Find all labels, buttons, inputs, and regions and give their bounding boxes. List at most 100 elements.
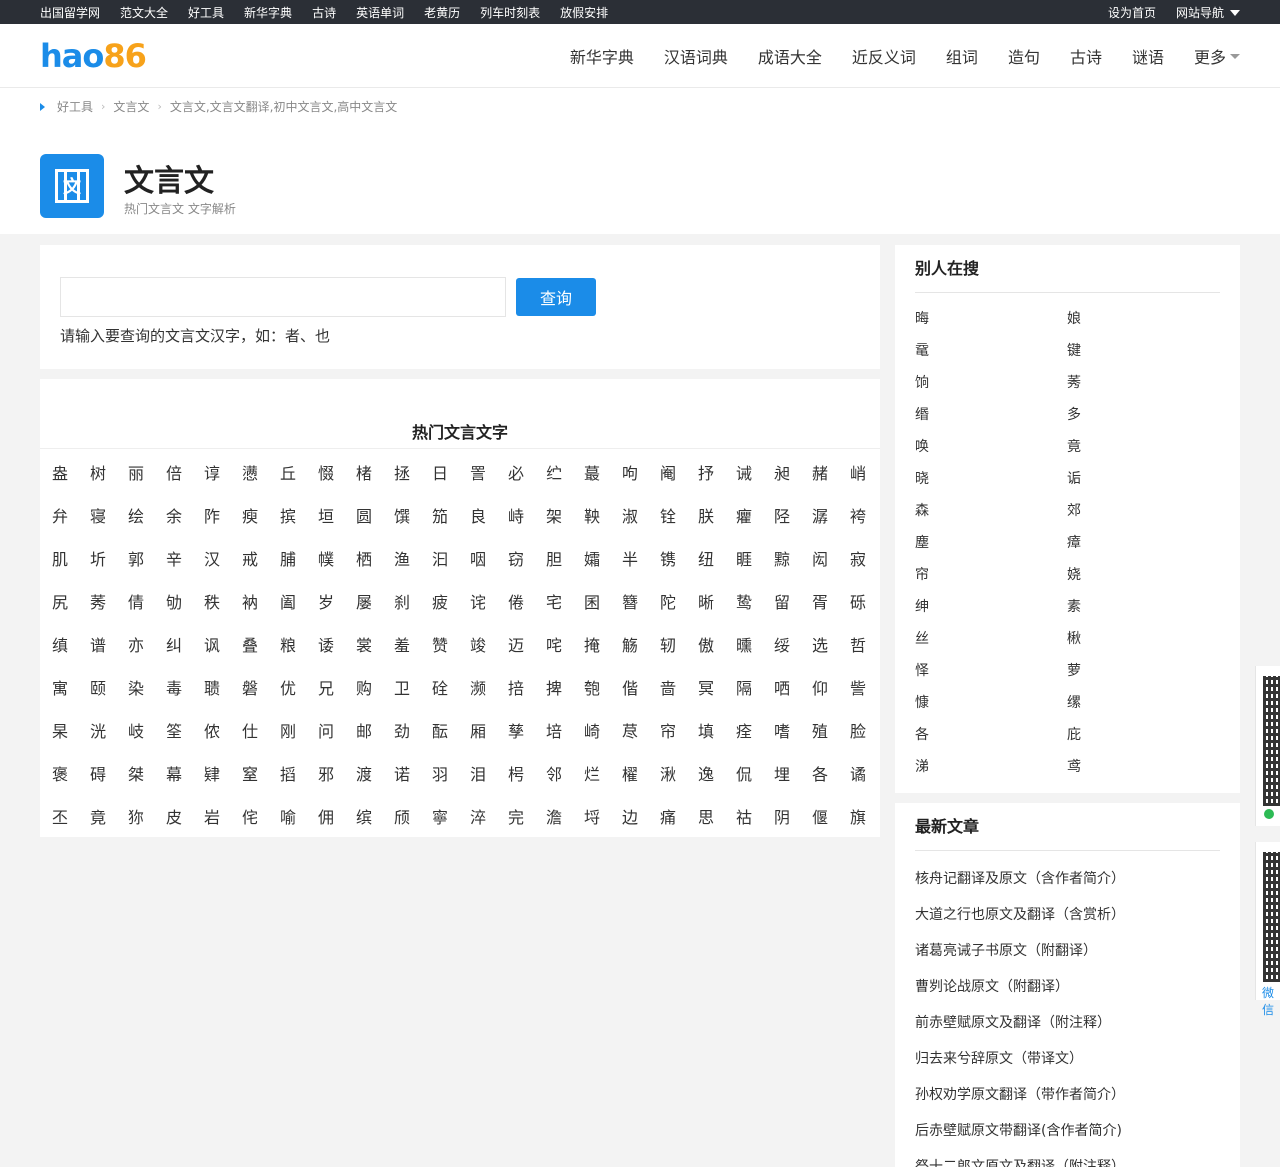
- top-link[interactable]: 英语单词: [356, 4, 404, 21]
- hot-char-link[interactable]: 潺: [801, 493, 839, 536]
- hot-char-link[interactable]: 寝: [79, 493, 117, 536]
- hot-char-link[interactable]: 磐: [231, 665, 269, 708]
- others-search-item[interactable]: 帘: [915, 558, 1067, 590]
- hot-char-link[interactable]: 秩: [193, 579, 231, 622]
- hot-char-link[interactable]: 寓: [41, 665, 79, 708]
- hot-char-link[interactable]: 睚: [725, 536, 763, 579]
- nav-item[interactable]: 组词: [946, 44, 978, 68]
- hot-char-link[interactable]: 哲: [839, 622, 877, 665]
- hot-char-link[interactable]: 岩: [193, 794, 231, 837]
- hot-char-link[interactable]: 辛: [155, 536, 193, 579]
- hot-char-link[interactable]: 帘: [649, 708, 687, 751]
- hot-char-link[interactable]: 各: [801, 751, 839, 794]
- hot-char-link[interactable]: 笳: [421, 493, 459, 536]
- others-search-item[interactable]: 缧: [1067, 686, 1219, 718]
- article-link[interactable]: 祭十二郎文原文及翻译（附注释）: [915, 1149, 1220, 1167]
- hot-char-link[interactable]: 汩: [421, 536, 459, 579]
- article-link[interactable]: 孙权劝学原文翻译（带作者简介）: [915, 1077, 1220, 1113]
- hot-char-link[interactable]: 蕞: [573, 450, 611, 493]
- article-link[interactable]: 后赤壁赋原文带翻译(含作者简介): [915, 1113, 1220, 1149]
- hot-char-link[interactable]: 诿: [307, 622, 345, 665]
- site-nav-dropdown[interactable]: 网站导航: [1176, 4, 1240, 21]
- hot-char-link[interactable]: 皮: [155, 794, 193, 837]
- hot-char-link[interactable]: 窒: [231, 751, 269, 794]
- hot-char-link[interactable]: 圻: [79, 536, 117, 579]
- hot-char-link[interactable]: 丘: [269, 450, 307, 493]
- hot-char-link[interactable]: 幞: [307, 536, 345, 579]
- article-link[interactable]: 前赤壁赋原文及翻译（附注释）: [915, 1005, 1220, 1041]
- hot-char-link[interactable]: 峭: [839, 450, 877, 493]
- others-search-item[interactable]: 塵: [915, 526, 1067, 558]
- hot-char-link[interactable]: 邻: [535, 751, 573, 794]
- hot-char-link[interactable]: 羽: [421, 751, 459, 794]
- top-link[interactable]: 出国留学网: [40, 4, 100, 21]
- hot-char-link[interactable]: 刚: [269, 708, 307, 751]
- floating-qr-panel[interactable]: 微信: [1255, 842, 1280, 1017]
- hot-char-link[interactable]: 选: [801, 622, 839, 665]
- hot-char-link[interactable]: 桀: [117, 751, 155, 794]
- hot-char-link[interactable]: 祜: [725, 794, 763, 837]
- hot-char-link[interactable]: 狝: [117, 794, 155, 837]
- others-search-item[interactable]: 唤: [915, 430, 1067, 462]
- article-link[interactable]: 归去来兮辞原文（带译文）: [915, 1041, 1220, 1077]
- hot-char-link[interactable]: 邮: [345, 708, 383, 751]
- hot-char-link[interactable]: 懑: [231, 450, 269, 493]
- others-search-item[interactable]: 萝: [1067, 654, 1219, 686]
- hot-char-link[interactable]: 偃: [801, 794, 839, 837]
- hot-char-link[interactable]: 咤: [535, 622, 573, 665]
- others-search-item[interactable]: 键: [1067, 334, 1219, 366]
- hot-char-link[interactable]: 嗜: [763, 708, 801, 751]
- hot-char-link[interactable]: 峙: [497, 493, 535, 536]
- hot-char-link[interactable]: 铨: [649, 493, 687, 536]
- hot-char-link[interactable]: 馔: [383, 493, 421, 536]
- hot-char-link[interactable]: 佣: [307, 794, 345, 837]
- hot-char-link[interactable]: 逸: [687, 751, 725, 794]
- hot-char-link[interactable]: 喻: [269, 794, 307, 837]
- hot-char-link[interactable]: 枵: [497, 751, 535, 794]
- hot-char-link[interactable]: 盎: [41, 450, 79, 493]
- query-button[interactable]: 查询: [516, 278, 596, 316]
- hot-char-link[interactable]: 戒: [231, 536, 269, 579]
- hot-char-link[interactable]: 淑: [611, 493, 649, 536]
- nav-more-dropdown[interactable]: 更多: [1194, 44, 1240, 68]
- hot-char-link[interactable]: 肄: [193, 751, 231, 794]
- hot-char-link[interactable]: 汉: [193, 536, 231, 579]
- hot-char-link[interactable]: 疲: [421, 579, 459, 622]
- hot-char-link[interactable]: 刹: [383, 579, 421, 622]
- article-link[interactable]: 大道之行也原文及翻译（含赏析）: [915, 897, 1220, 933]
- hot-char-link[interactable]: 思: [687, 794, 725, 837]
- others-search-item[interactable]: 娘: [1067, 302, 1219, 334]
- top-link[interactable]: 列车时刻表: [480, 4, 540, 21]
- hot-char-link[interactable]: 劲: [383, 708, 421, 751]
- hot-char-link[interactable]: 优: [269, 665, 307, 708]
- hot-char-link[interactable]: 赭: [801, 450, 839, 493]
- article-link[interactable]: 核舟记翻译及原文（含作者简介）: [915, 861, 1220, 897]
- hot-char-link[interactable]: 殖: [801, 708, 839, 751]
- hot-char-link[interactable]: 呴: [611, 450, 649, 493]
- others-search-item[interactable]: 楸: [1067, 622, 1219, 654]
- hot-char-link[interactable]: 淬: [459, 794, 497, 837]
- nav-item[interactable]: 古诗: [1070, 44, 1102, 68]
- hot-char-link[interactable]: 朕: [687, 493, 725, 536]
- hot-char-link[interactable]: 兄: [307, 665, 345, 708]
- others-search-item[interactable]: 怿: [915, 654, 1067, 686]
- others-search-item[interactable]: 素: [1067, 590, 1219, 622]
- hot-char-link[interactable]: 仰: [801, 665, 839, 708]
- hot-char-link[interactable]: 陉: [763, 493, 801, 536]
- hot-char-link[interactable]: 丕: [41, 794, 79, 837]
- hot-char-link[interactable]: 阴: [763, 794, 801, 837]
- hot-char-link[interactable]: 宅: [535, 579, 573, 622]
- hot-char-link[interactable]: 良: [459, 493, 497, 536]
- hot-char-link[interactable]: 竣: [459, 622, 497, 665]
- hot-char-link[interactable]: 澹: [535, 794, 573, 837]
- set-home-link[interactable]: 设为首页: [1108, 4, 1156, 21]
- hot-char-link[interactable]: 渡: [345, 751, 383, 794]
- hot-char-link[interactable]: 倍: [155, 450, 193, 493]
- hot-char-link[interactable]: 旗: [839, 794, 877, 837]
- hot-char-link[interactable]: 啬: [649, 665, 687, 708]
- hot-char-link[interactable]: 崎: [573, 708, 611, 751]
- others-search-item[interactable]: 郊: [1067, 494, 1219, 526]
- others-search-item[interactable]: 晦: [915, 302, 1067, 334]
- hot-char-link[interactable]: 湫: [649, 751, 687, 794]
- hot-char-link[interactable]: 圆: [345, 493, 383, 536]
